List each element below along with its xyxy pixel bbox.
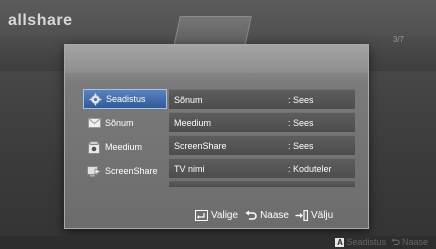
a-key-icon: A — [335, 237, 345, 247]
setting-row-tv-nimi[interactable]: TV nimi : Koduteler — [169, 158, 355, 178]
empty-row — [169, 181, 355, 187]
menu-item-label: Sõnum — [105, 118, 134, 128]
setting-row-screenshare[interactable]: ScreenShare : Sees — [169, 135, 355, 155]
menu-item-screenshare[interactable]: ScreenShare — [83, 161, 167, 181]
setting-row-sonum[interactable]: Sõnum : Sees — [169, 89, 355, 109]
setting-value: : Sees — [288, 140, 314, 151]
menu-item-label: Meedium — [105, 142, 143, 152]
setting-name: TV nimi — [174, 163, 205, 174]
left-menu: Seadistus Sõnum Meedium ScreenShare — [83, 89, 167, 185]
legend-back-label: Naase — [401, 237, 428, 247]
hint-select-label: Valige — [211, 210, 239, 221]
envelope-icon — [87, 116, 101, 130]
return-arrow-icon — [391, 238, 400, 246]
screen-share-icon — [87, 164, 101, 178]
app-logo: allshare — [8, 12, 73, 29]
settings-list: Sõnum : Sees Meedium : Sees ScreenShare … — [169, 89, 355, 187]
hint-back: Naase — [244, 210, 289, 221]
setting-value: : Sees — [288, 94, 314, 105]
hint-select: Valige — [195, 210, 238, 221]
setting-name: ScreenShare — [174, 140, 227, 151]
menu-item-seadistus[interactable]: Seadistus — [83, 89, 167, 109]
gear-icon — [88, 92, 102, 106]
menu-item-label: Seadistus — [106, 94, 146, 104]
legend-settings-label: Seadistus — [346, 237, 386, 247]
menu-item-label: ScreenShare — [105, 166, 158, 176]
hint-exit-label: Välju — [310, 210, 334, 221]
setting-name: Sõnum — [174, 94, 203, 105]
media-icon — [87, 140, 101, 154]
return-arrow-icon — [244, 210, 257, 221]
page-indicator: 3/7 — [392, 35, 404, 44]
setting-value: : Sees — [288, 117, 314, 128]
dialog-header — [65, 45, 368, 73]
remote-hints: Valige Naase Välju — [195, 210, 339, 221]
menu-item-meedium[interactable]: Meedium — [83, 137, 167, 157]
bottom-legend: A Seadistus Naase — [335, 237, 428, 247]
allshare-settings-dialog: Seadistus Sõnum Meedium ScreenShare Sõnu… — [64, 44, 369, 229]
setting-row-meedium[interactable]: Meedium : Sees — [169, 112, 355, 132]
enter-key-icon — [195, 210, 208, 221]
menu-item-sonum[interactable]: Sõnum — [83, 113, 167, 133]
setting-value: : Koduteler — [288, 163, 332, 174]
hint-back-label: Naase — [260, 210, 289, 221]
setting-name: Meedium — [174, 117, 212, 128]
exit-icon — [295, 210, 308, 221]
hint-exit: Välju — [295, 210, 333, 221]
